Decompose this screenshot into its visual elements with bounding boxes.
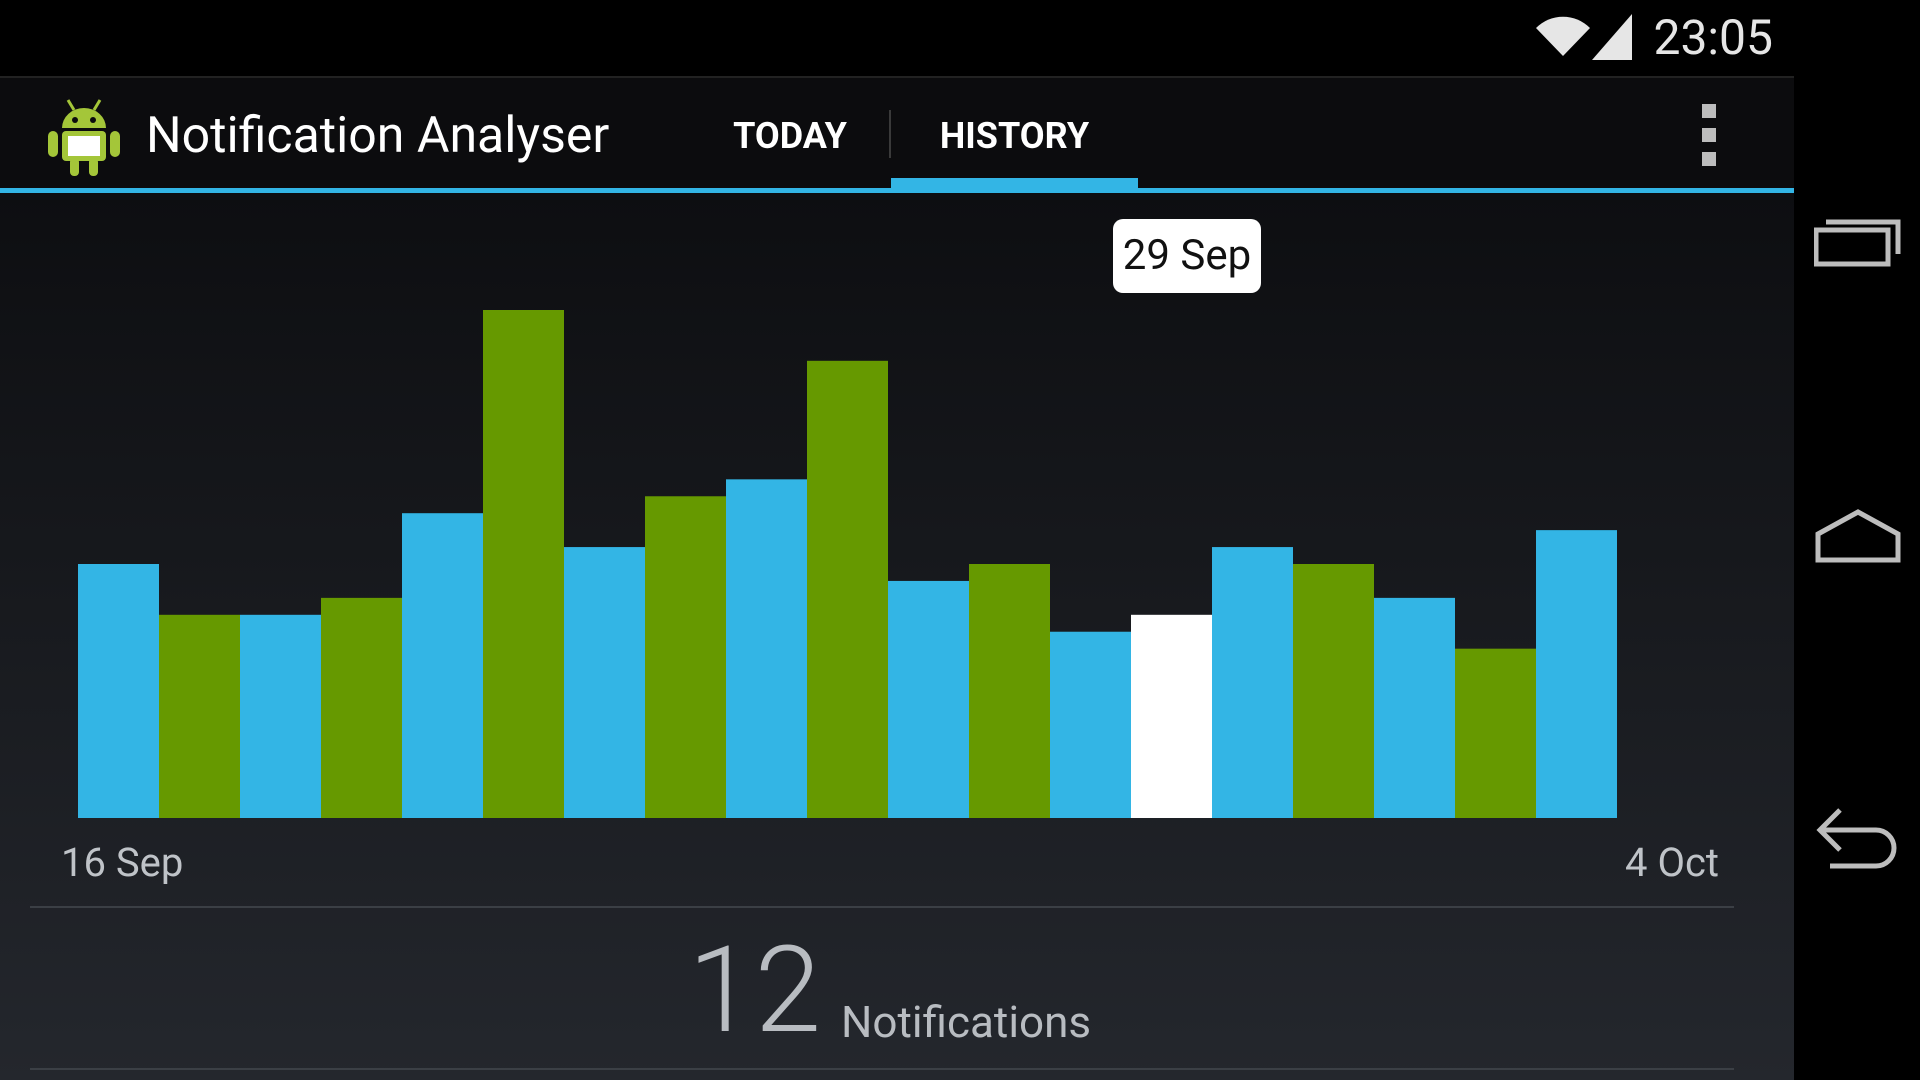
- history-bar-chart[interactable]: [0, 193, 1794, 833]
- bar-23-sep[interactable]: [645, 496, 726, 818]
- bar-29-sep[interactable]: [1131, 614, 1212, 818]
- android-icon[interactable]: [48, 96, 120, 176]
- bar-20-sep[interactable]: [402, 513, 483, 818]
- notification-count-label: Notifications: [841, 996, 1092, 1048]
- home-icon[interactable]: [1814, 500, 1902, 570]
- bar-30-sep[interactable]: [1212, 547, 1293, 818]
- bar-19-sep[interactable]: [321, 597, 402, 818]
- x-axis-start-label: 16 Sep: [61, 839, 184, 886]
- bar-1-oct[interactable]: [1293, 564, 1374, 818]
- divider: [30, 1068, 1734, 1070]
- bar-24-sep[interactable]: [726, 479, 807, 818]
- bar-16-sep[interactable]: [78, 564, 159, 818]
- bar-17-sep[interactable]: [159, 614, 240, 818]
- bar-4-oct[interactable]: [1536, 530, 1617, 818]
- history-content: 29 Sep 16 Sep 4 Oct 12 Notifications: [0, 193, 1794, 1080]
- status-bar: 23:05: [0, 0, 1794, 76]
- bar-3-oct[interactable]: [1455, 648, 1536, 818]
- notification-count: 12: [688, 921, 822, 1061]
- app-title: Notification Analyser: [146, 107, 610, 165]
- back-icon[interactable]: [1814, 800, 1902, 870]
- bar-22-sep[interactable]: [564, 547, 645, 818]
- tab-today[interactable]: TODAY: [690, 96, 890, 184]
- status-time: 23:05: [1653, 9, 1773, 66]
- bar-26-sep[interactable]: [888, 580, 969, 818]
- tab-history[interactable]: HISTORY: [891, 96, 1138, 184]
- x-axis-end-label: 4 Oct: [1625, 839, 1719, 886]
- bar-28-sep[interactable]: [1050, 631, 1131, 818]
- bar-25-sep[interactable]: [807, 360, 888, 818]
- recent-apps-icon[interactable]: [1814, 206, 1902, 276]
- navigation-bar: [1794, 0, 1920, 1080]
- divider: [30, 906, 1734, 908]
- bar-18-sep[interactable]: [240, 614, 321, 818]
- bar-2-oct[interactable]: [1374, 597, 1455, 818]
- signal-icon: [1592, 14, 1632, 60]
- overflow-menu-icon[interactable]: [1702, 104, 1718, 166]
- bar-27-sep[interactable]: [969, 564, 1050, 818]
- wifi-icon: [1536, 16, 1590, 56]
- selected-date-tooltip: 29 Sep: [1113, 219, 1261, 293]
- bar-21-sep[interactable]: [483, 310, 564, 818]
